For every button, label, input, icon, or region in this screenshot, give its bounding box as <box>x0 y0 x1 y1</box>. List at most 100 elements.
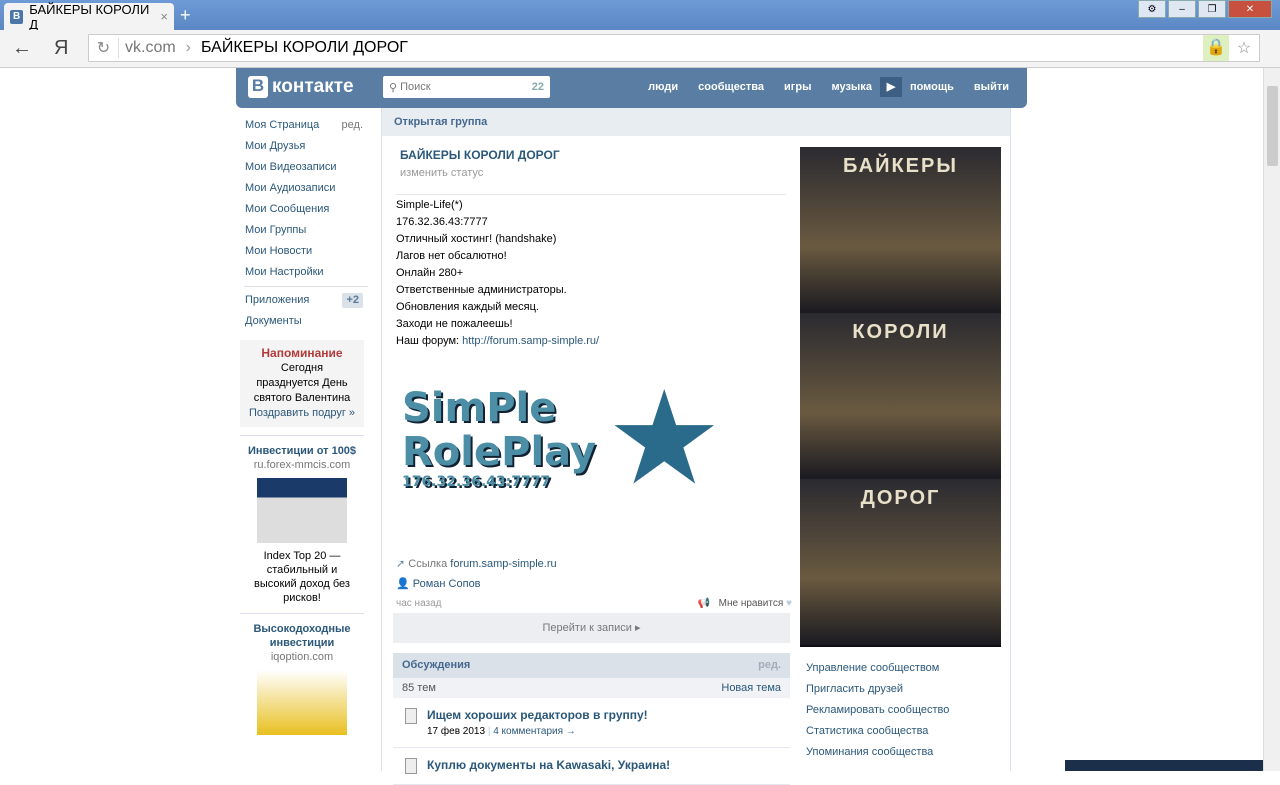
search-input[interactable]: ⚲ Поиск 22 <box>383 76 550 98</box>
new-tab-button[interactable]: + <box>180 5 191 26</box>
group-name: БАЙКЕРЫ КОРОЛИ ДОРОГ <box>400 148 560 162</box>
topic-title[interactable]: Куплю документы на Kawasaki, Украина! <box>427 758 670 772</box>
desc-line: Лагов нет обсалютно! <box>396 250 507 262</box>
image-text: SimPle <box>402 384 557 431</box>
vk-favicon-icon: В <box>10 9 24 24</box>
sidebar-friends[interactable]: Мои Друзья <box>245 139 305 154</box>
nav-games[interactable]: игры <box>784 81 811 93</box>
heart-icon[interactable]: ♥ <box>783 598 792 609</box>
search-icon: ⚲ <box>389 81 401 94</box>
settings-icon[interactable]: ⚙ <box>1138 0 1166 18</box>
left-sidebar: Моя Страница ред. Мои Друзья Мои Видеозап… <box>236 115 372 749</box>
ad-image[interactable] <box>257 478 347 543</box>
link-icon: ➚ <box>396 558 409 570</box>
image-text: RolePlay <box>402 428 596 475</box>
browser-toolbar: ← Я ↻ vk.com › БАЙКЕРЫ КОРОЛИ ДОРОГ 🔒 ☆ <box>0 30 1280 68</box>
manage-community-link[interactable]: Управление сообществом <box>806 662 939 674</box>
sidebar-apps[interactable]: Приложения <box>245 293 309 308</box>
tab-title: БАЙКЕРЫ КОРОЛИ Д <box>29 1 150 32</box>
ad-title[interactable]: Инвестиции от 100$ <box>240 444 364 458</box>
nav-help[interactable]: помощь <box>910 81 954 93</box>
close-tab-icon[interactable]: × <box>160 9 168 24</box>
change-status-link[interactable]: изменить статус <box>400 167 483 179</box>
vk-logo[interactable]: Вконтакте <box>248 76 354 98</box>
discussions-title[interactable]: Обсуждения <box>402 659 470 672</box>
user-icon: 👤 <box>396 578 413 590</box>
image-text: 176.32.36.43:7777 <box>402 473 551 490</box>
group-cover[interactable]: БАЙКЕРЫ КОРОЛИ ДОРОГ <box>800 147 1001 647</box>
ad-image[interactable] <box>257 670 347 735</box>
sidebar-my-page[interactable]: Моя Страница <box>245 118 319 133</box>
reminder-box: Напоминание Сегодня празднуется День свя… <box>240 340 364 427</box>
desc-line: Обновления каждый месяц. <box>396 301 539 313</box>
sidebar-videos[interactable]: Мои Видеозаписи <box>245 160 337 175</box>
reminder-text: Сегодня празднуется День святого Валенти… <box>253 362 351 404</box>
bookmark-star-icon[interactable]: ☆ <box>1229 38 1259 58</box>
yandex-button[interactable]: Я <box>54 37 68 60</box>
nav-people[interactable]: люди <box>648 81 678 93</box>
forum-label: Наш форум: <box>396 335 463 347</box>
ad-domain: ru.forex-mmcis.com <box>253 459 351 471</box>
back-button[interactable]: ← <box>12 37 32 60</box>
desc-line: Отличный хостинг! (handshake) <box>396 233 557 245</box>
stats-link[interactable]: Статистика сообщества <box>806 725 928 737</box>
scrollbar[interactable] <box>1263 68 1280 771</box>
play-icon[interactable]: ▶ <box>879 77 902 97</box>
discussions-block: Обсуждения ред. 85 тем Новая тема Ищем хор… <box>393 653 790 785</box>
congratulate-link[interactable]: Поздравить подруг » <box>249 407 355 419</box>
sidebar-news[interactable]: Мои Новости <box>245 244 312 259</box>
forum-link[interactable]: http://forum.samp-simple.ru/ <box>462 335 599 347</box>
post-time[interactable]: час назад <box>396 594 442 614</box>
post-footer: ➚ Ссылка forum.samp-simple.ru 👤 Роман Со… <box>396 554 792 614</box>
advertise-link[interactable]: Рекламировать сообщество <box>806 704 949 716</box>
reminder-title: Напоминание <box>261 346 343 360</box>
address-bar[interactable]: ↻ vk.com › БАЙКЕРЫ КОРОЛИ ДОРОГ 🔒 ☆ <box>88 34 1260 62</box>
topic-comments[interactable]: 4 комментария → <box>493 726 576 737</box>
sidebar-audio[interactable]: Мои Аудиозаписи <box>245 181 335 196</box>
apps-badge[interactable]: +2 <box>342 293 363 308</box>
cover-text: БАЙКЕРЫ <box>800 147 1001 313</box>
nav-logout[interactable]: выйти <box>974 81 1009 93</box>
sidebar-edit[interactable]: ред. <box>342 118 363 133</box>
cover-text: КОРОЛИ <box>800 313 1001 479</box>
invite-friends-link[interactable]: Пригласить друзей <box>806 683 903 695</box>
url-domain: vk.com <box>125 39 176 56</box>
share-icon[interactable]: 📢 <box>698 598 713 609</box>
divider <box>244 286 368 287</box>
mentions-link[interactable]: Упоминания сообщества <box>806 746 933 758</box>
document-icon <box>405 708 417 724</box>
topic-item: Куплю документы на Kawasaki, Украина! <box>393 748 790 785</box>
discussions-edit[interactable]: ред. <box>758 659 781 672</box>
tab-bar: В БАЙКЕРЫ КОРОЛИ Д × + ⚙ – ❐ ✕ <box>0 0 1280 32</box>
desc-line: 176.32.36.43:7777 <box>396 216 488 228</box>
post-image[interactable]: SimPle RolePlay 176.32.36.43:7777 ★ <box>402 360 790 515</box>
topic-date: 17 фев 2013 <box>427 726 486 737</box>
sidebar-messages[interactable]: Мои Сообщения <box>245 202 329 217</box>
reload-icon[interactable]: ↻ <box>89 38 119 58</box>
ad-title[interactable]: Высокодоходные инвестиции <box>240 622 364 650</box>
group-management-links: Управление сообществом Пригласить друзей… <box>806 658 949 763</box>
desc-line: Заходи не пожалеешь! <box>396 318 513 330</box>
ad-block[interactable]: Инвестиции от 100$ ru.forex-mmcis.com In… <box>240 435 364 613</box>
restore-button[interactable]: ❐ <box>1198 0 1226 18</box>
online-friends-count[interactable]: 22 <box>532 81 544 93</box>
sidebar-groups[interactable]: Мои Группы <box>245 223 306 238</box>
cover-text: ДОРОГ <box>800 479 1001 645</box>
like-button[interactable]: Мне нравится <box>719 598 784 609</box>
go-to-post-button[interactable]: Перейти к записи ▸ <box>393 613 790 643</box>
nav-music[interactable]: музыка <box>831 81 871 93</box>
post-link[interactable]: forum.samp-simple.ru <box>450 558 556 570</box>
new-topic-link[interactable]: Новая тема <box>721 682 781 694</box>
lock-icon[interactable]: 🔒 <box>1203 35 1229 61</box>
nav-communities[interactable]: сообщества <box>698 81 764 93</box>
sidebar-settings[interactable]: Мои Настройки <box>245 265 324 280</box>
author-link[interactable]: Роман Сопов <box>413 578 481 590</box>
minimize-button[interactable]: – <box>1168 0 1196 18</box>
taskbar-corner <box>1065 760 1263 771</box>
topic-title[interactable]: Ищем хороших редакторов в группу! <box>427 708 648 722</box>
close-window-button[interactable]: ✕ <box>1228 0 1272 18</box>
ad-block[interactable]: Высокодоходные инвестиции iqoption.com <box>240 613 364 749</box>
sidebar-docs[interactable]: Документы <box>245 314 302 329</box>
scrollbar-thumb[interactable] <box>1267 86 1278 166</box>
browser-tab[interactable]: В БАЙКЕРЫ КОРОЛИ Д × <box>4 1 174 32</box>
